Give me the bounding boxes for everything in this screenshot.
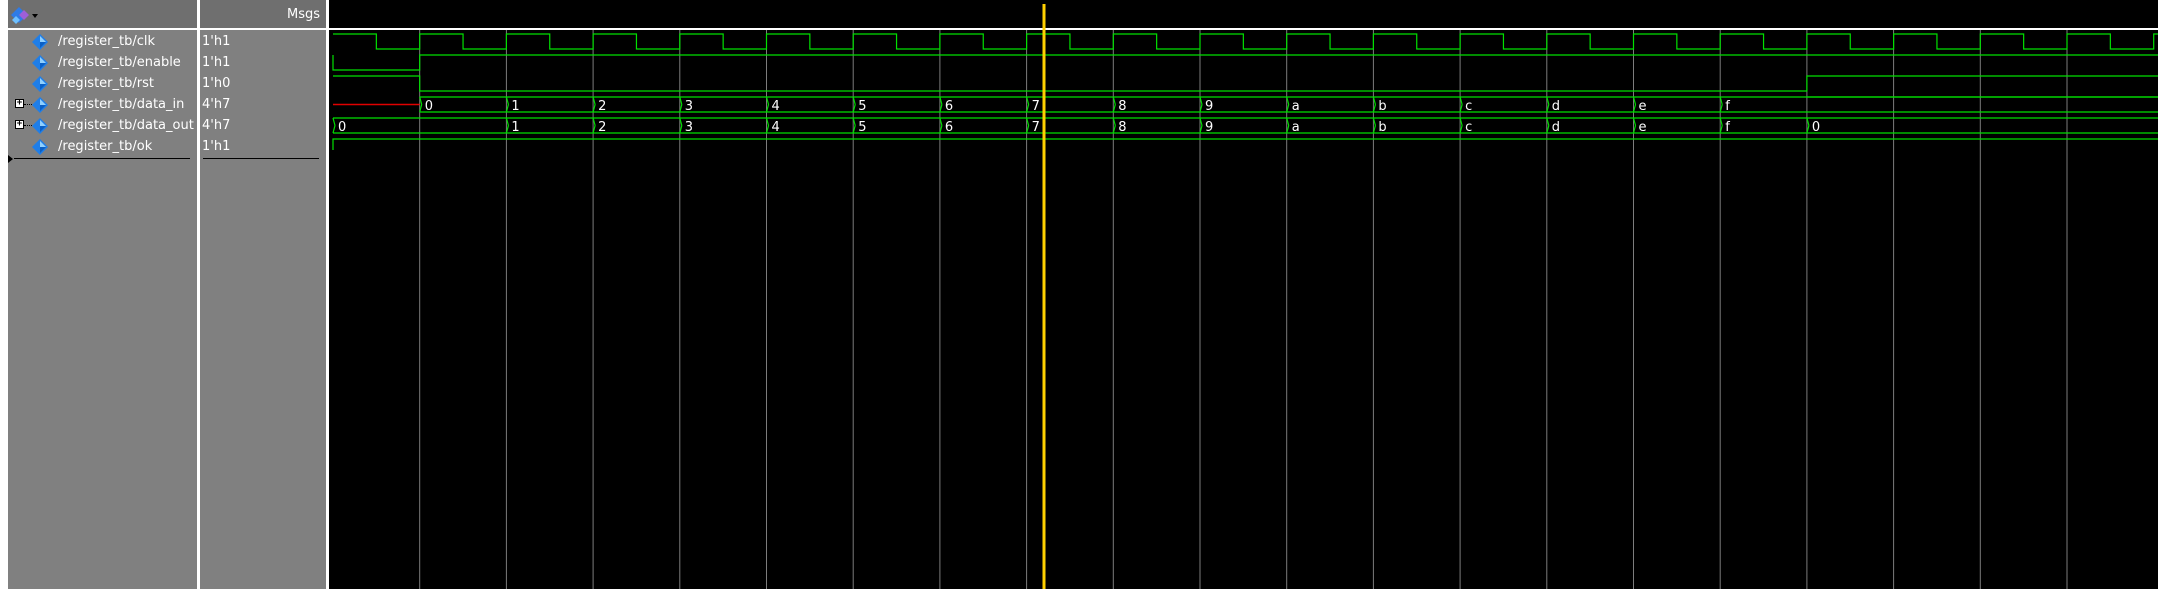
wave-data-in-value-label: f (1725, 99, 1730, 114)
value-pane-header: Msgs (200, 0, 326, 30)
wave-data-out-value-label: 3 (685, 120, 693, 135)
signal-value: 1'h1 (202, 139, 231, 154)
signal-name: /register_tb/data_out (58, 118, 194, 133)
signal-name: /register_tb/ok (58, 139, 153, 154)
cursor-row-line (14, 158, 190, 159)
expand-icon[interactable]: + (15, 120, 24, 129)
signal-row[interactable]: /register_tb/enable (8, 52, 197, 73)
wave-data-in-value-label: 2 (598, 99, 606, 114)
wave-data-in-value-label: 0 (425, 99, 433, 114)
signal-group-icon[interactable] (10, 6, 40, 24)
wave-data-out-value-label: 8 (1118, 120, 1126, 135)
signal-row[interactable]: + /register_tb/data_out (8, 115, 197, 136)
wave-data-out-value-label: 0 (338, 120, 346, 135)
signal-value: 4'h7 (202, 97, 231, 112)
diamond-signal-icon (32, 55, 48, 71)
wave-data-out-value-label: b (1378, 120, 1386, 135)
waveform-window: /register_tb/clk/register_tb/enable/regi… (0, 0, 2158, 589)
wave-data-out-value-label: 4 (772, 120, 780, 135)
wave-data-in-value-label: 4 (772, 99, 780, 114)
wave-data-out-value-label: c (1465, 120, 1472, 135)
wave-data-in-value-label: e (1639, 99, 1647, 114)
waveform-pane[interactable]: 0 1 2 3 4 5 6 7 8 9 a b c d e f 0 1 2 3 4 5 6 7 8 9 a b c d e f 0 (329, 0, 2158, 589)
expand-icon[interactable]: + (15, 99, 24, 108)
wave-data-out-value-label: 6 (945, 120, 953, 135)
wave-data-in-value-label: b (1378, 99, 1386, 114)
diamond-signal-icon (32, 76, 48, 92)
signal-name: /register_tb/enable (58, 55, 181, 70)
msgs-label: Msgs (286, 7, 320, 22)
signal-row[interactable]: /register_tb/ok (8, 136, 197, 157)
wave-data-in-value-label: 1 (511, 99, 519, 114)
wave-data-in-value-label: 7 (1032, 99, 1040, 114)
cursor-marker-icon (8, 155, 13, 163)
wave-data-out-value-label: 1 (511, 120, 519, 135)
wave-data-out-value-label: 9 (1205, 120, 1213, 135)
signal-value: 4'h7 (202, 118, 231, 133)
wave-data-out-value-label: 0 (1812, 120, 1820, 135)
diamond-signal-icon (32, 139, 48, 155)
signal-name: /register_tb/data_in (58, 97, 185, 112)
wave-data-out-value-label: f (1725, 120, 1730, 135)
wave-data-in-value-label: 8 (1118, 99, 1126, 114)
wave-data-in-value-label: a (1292, 99, 1300, 114)
signal-value: 1'h0 (202, 76, 231, 91)
wave-clk (333, 33, 2158, 50)
wave-ok (332, 138, 2158, 150)
wave-data-in-value-label: c (1465, 99, 1472, 114)
signal-name: /register_tb/clk (58, 34, 156, 49)
diamond-signal-icon (32, 118, 48, 134)
name-pane-header (8, 0, 197, 30)
signal-row[interactable]: /register_tb/rst (8, 73, 197, 94)
diamond-signal-icon (32, 97, 48, 113)
waveform-canvas[interactable]: 0 1 2 3 4 5 6 7 8 9 a b c d e f 0 1 2 3 4 5 6 7 8 9 a b c d e f 0 (329, 0, 2158, 589)
wave-enable (332, 54, 2158, 71)
wave-data-out-value-label: 2 (598, 120, 606, 135)
signal-row[interactable]: + /register_tb/data_in (8, 94, 197, 115)
wave-data-out-edge (332, 117, 336, 126)
signal-value: 1'h1 (202, 55, 231, 70)
wave-data-in-value-label: 5 (858, 99, 866, 114)
tree-connector (24, 104, 32, 105)
signal-name: /register_tb/rst (58, 76, 154, 91)
wave-data-in-value-label: 6 (945, 99, 953, 114)
signal-name-pane[interactable]: /register_tb/clk/register_tb/enable/regi… (8, 0, 197, 589)
wave-data-out-value-label: d (1552, 120, 1560, 135)
diamond-signal-icon (32, 34, 48, 50)
cursor-row-line (203, 158, 319, 159)
wave-data-out-value-label: a (1292, 120, 1300, 135)
tree-connector (24, 125, 32, 126)
wave-data-in-value-label: 3 (685, 99, 693, 114)
wave-data-out-value-label: e (1639, 120, 1647, 135)
signal-value: 1'h1 (202, 34, 231, 49)
wave-data-out-value-label: 5 (858, 120, 866, 135)
wave-data-in-value-label: 9 (1205, 99, 1213, 114)
wave-data-out-edge (332, 125, 336, 134)
wave-rst (333, 75, 2158, 92)
signal-row[interactable]: /register_tb/clk (8, 31, 197, 52)
wave-data-in-value-label: d (1552, 99, 1560, 114)
signal-value-pane[interactable]: Msgs 1'h1 1'h1 1'h0 4'h7 4'h7 1'h1 (200, 0, 326, 589)
wave-data-out-value-label: 7 (1032, 120, 1040, 135)
